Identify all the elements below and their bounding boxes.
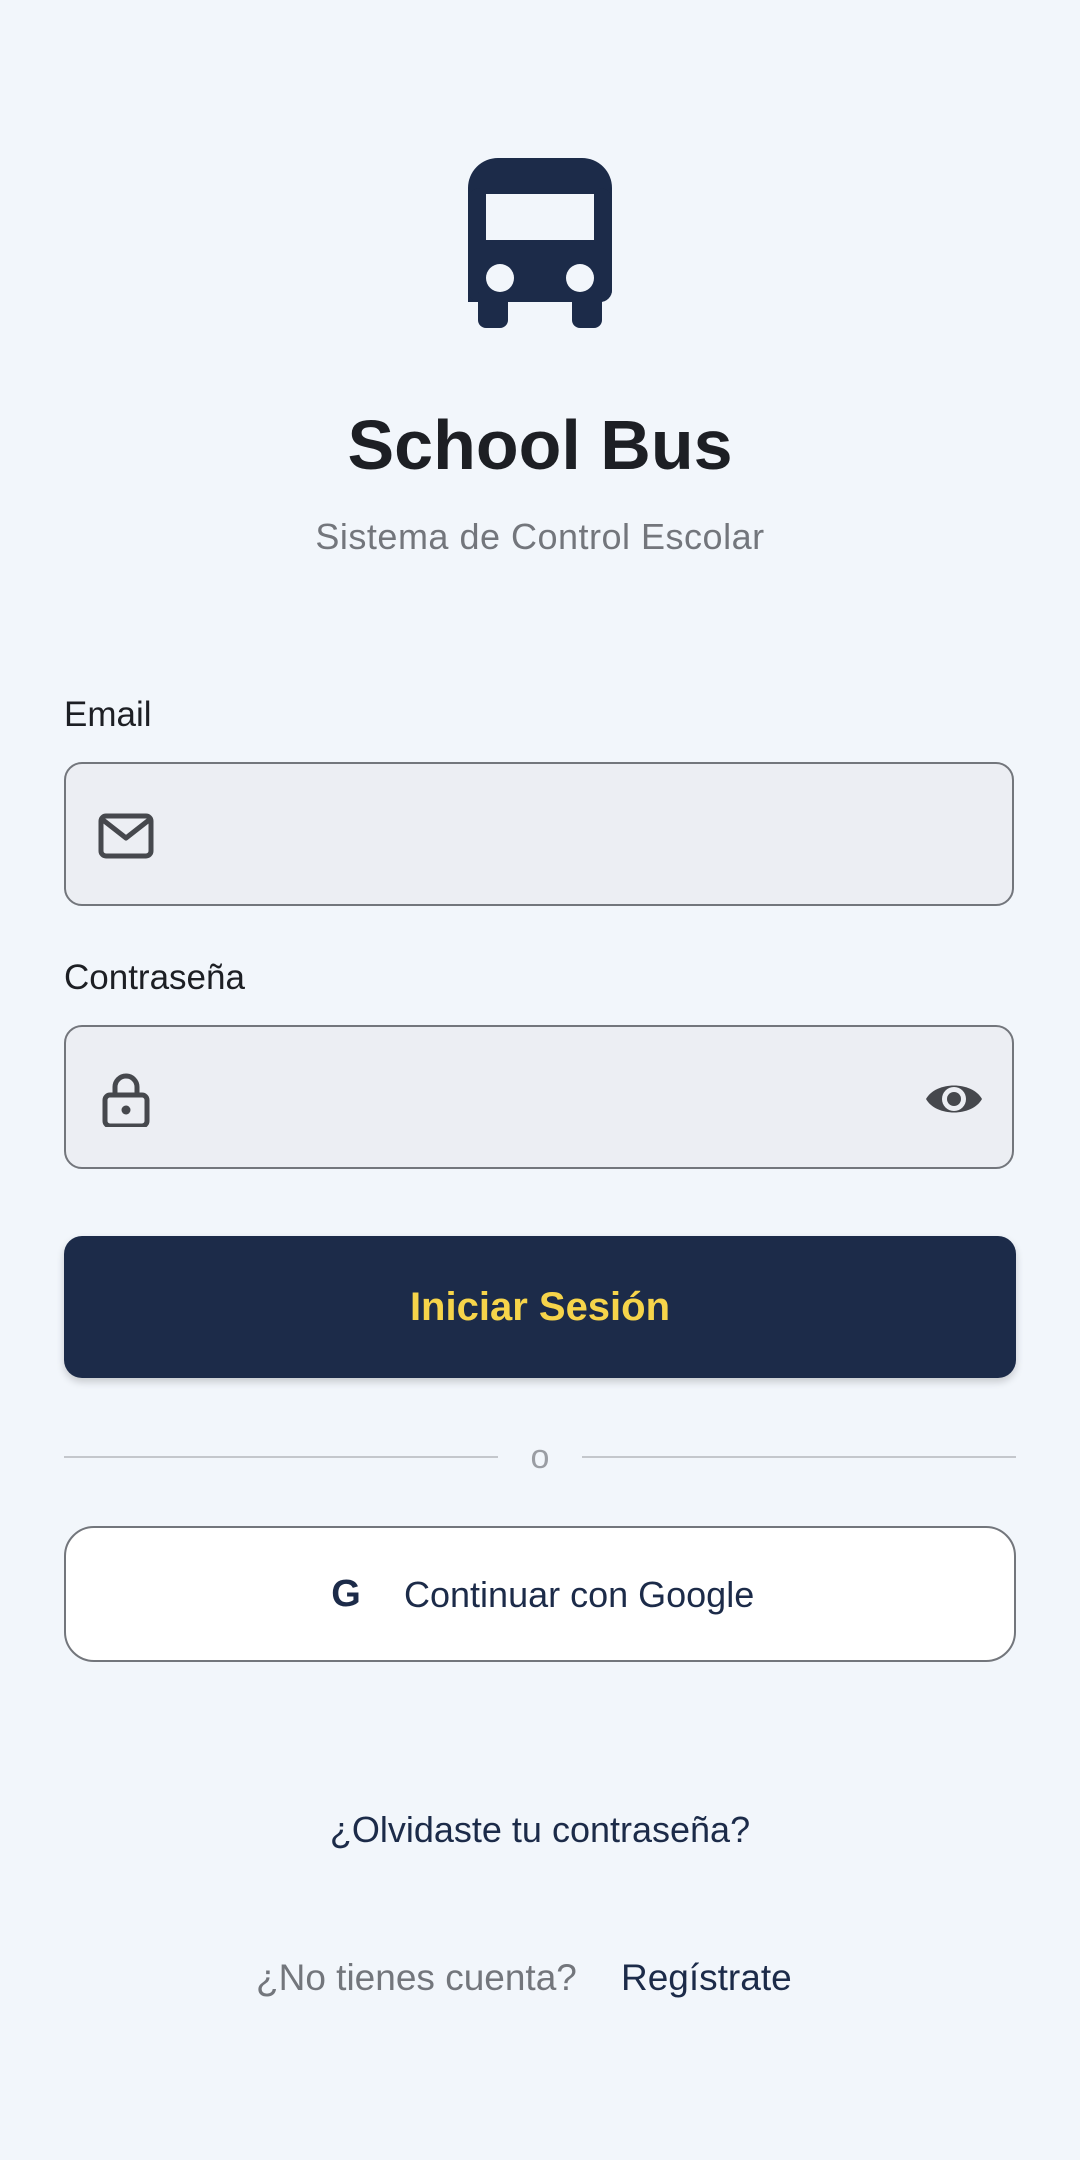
register-link[interactable]: Regístrate [621,1952,792,2004]
app-title: School Bus [347,406,733,484]
login-button[interactable]: Iniciar Sesión [64,1236,1016,1378]
login-button-label: Iniciar Sesión [409,1284,671,1329]
no-account-text: ¿No tienes cuenta? [256,1957,577,1998]
email-label: Email [64,695,152,734]
app-subtitle: Sistema de Control Escolar [315,516,765,557]
forgot-password-link[interactable]: ¿Olvidaste tu contraseña? [0,1804,1080,1856]
password-label: Contraseña [64,958,245,997]
password-field[interactable] [186,1027,886,1167]
lock-icon [102,1073,150,1127]
divider-left [64,1456,498,1458]
divider-text: o [530,1438,550,1476]
password-field-container[interactable] [64,1025,1014,1169]
email-field[interactable] [186,764,886,904]
google-button-label: Continuar con Google [404,1574,755,1615]
google-signin-button[interactable]: G Continuar con Google [64,1526,1016,1662]
email-field-container[interactable] [64,762,1014,906]
mail-icon [98,813,154,859]
bus-icon [468,158,612,328]
divider-right [582,1456,1016,1458]
eye-icon[interactable] [924,1071,984,1127]
google-icon: G [331,1573,361,1615]
